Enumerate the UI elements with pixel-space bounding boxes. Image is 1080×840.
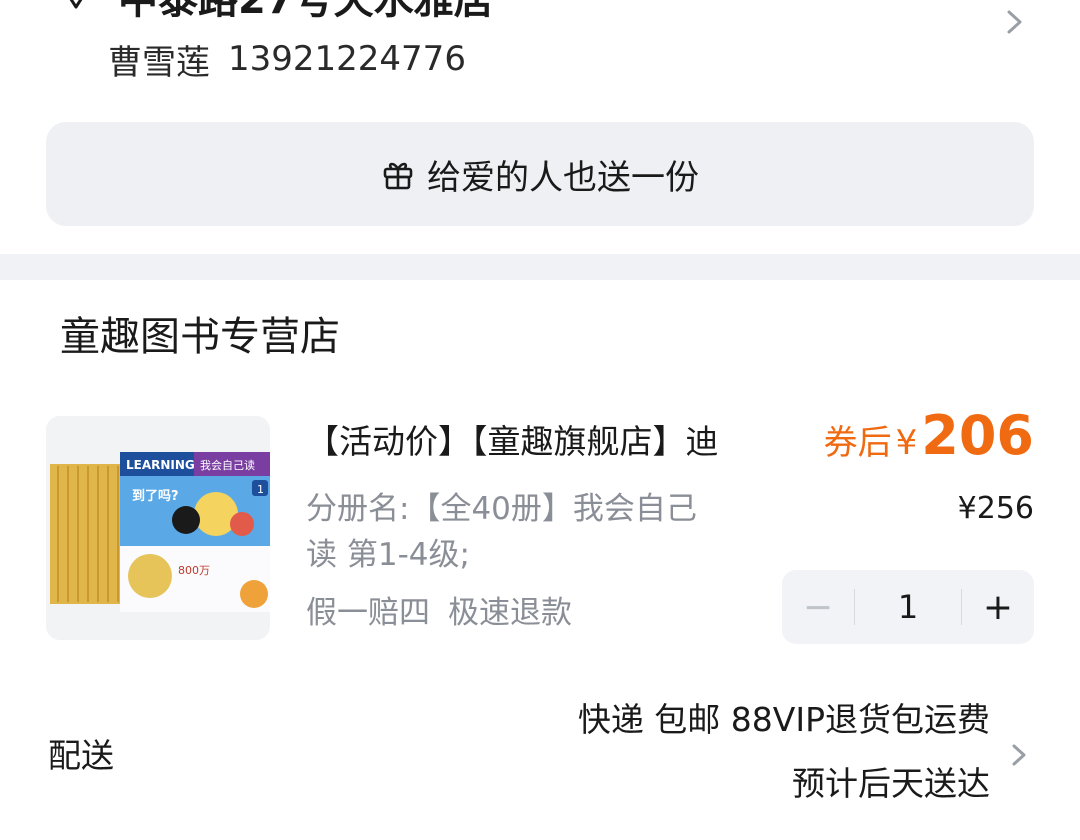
gift-send-label: 给爱的人也送一份 [427,157,699,198]
address-line: 中泰路27号天水雅居 [118,0,494,23]
guarantee-item: 极速退款 [448,595,572,631]
store-name[interactable]: 童趣图书专营店 [60,310,340,364]
delivery-label: 配送 [48,736,114,775]
product-image-badge: 到了吗? [132,489,179,504]
product-variant[interactable]: 分册名:【全40册】我会自己读 第1-4级; [306,486,726,578]
chevron-right-icon[interactable] [1006,738,1032,772]
product-image-stat: 800万 [178,564,210,577]
product-image-series: 我会自己读 [200,458,255,472]
plus-icon[interactable]: + [962,570,1034,644]
price-currency: ¥ [895,423,918,463]
chevron-right-icon[interactable] [1000,4,1030,40]
recipient-phone: 13921224776 [228,39,466,79]
delivery-detail[interactable]: 快递 包邮 88VIP退货包运费 [480,696,990,744]
price-value: 206 [921,404,1034,467]
product-image-level: 1 [257,483,264,496]
service-guarantees: 假一赔四 极速退款 [306,588,572,638]
original-price: ¥256 [957,491,1034,526]
gift-send-button[interactable]: 给爱的人也送一份 [46,122,1034,226]
recipient-name: 曹雪莲 [108,42,210,83]
section-divider [0,254,1080,280]
address-contact: 曹雪莲 13921224776 [108,34,466,84]
minus-icon[interactable]: − [782,570,854,644]
coupon-price: 券后 ¥ 206 [818,404,1034,472]
product-thumbnail[interactable]: LEARNING 我会自己读 到了吗? 1 800万 [46,416,270,640]
quantity-value[interactable]: 1 [855,570,961,644]
gift-icon [383,162,413,190]
address-row[interactable]: 中泰路27号天水雅居 [60,0,494,26]
product-title[interactable]: 【活动价】【童趣旗舰店】迪 [306,416,796,468]
price-prefix: 券后 [823,423,892,463]
location-icon [69,0,83,9]
guarantee-item: 假一赔四 [306,595,430,631]
product-image: LEARNING 我会自己读 到了吗? 1 800万 [46,416,270,640]
delivery-eta[interactable]: 预计后天送达 [600,760,990,808]
quantity-stepper: − 1 + [782,570,1034,644]
order-confirm-page: 中泰路27号天水雅居 曹雪莲 13921224776 给爱的人也送一份 童趣图书… [0,0,1080,840]
product-image-brand: LEARNING [126,458,195,472]
